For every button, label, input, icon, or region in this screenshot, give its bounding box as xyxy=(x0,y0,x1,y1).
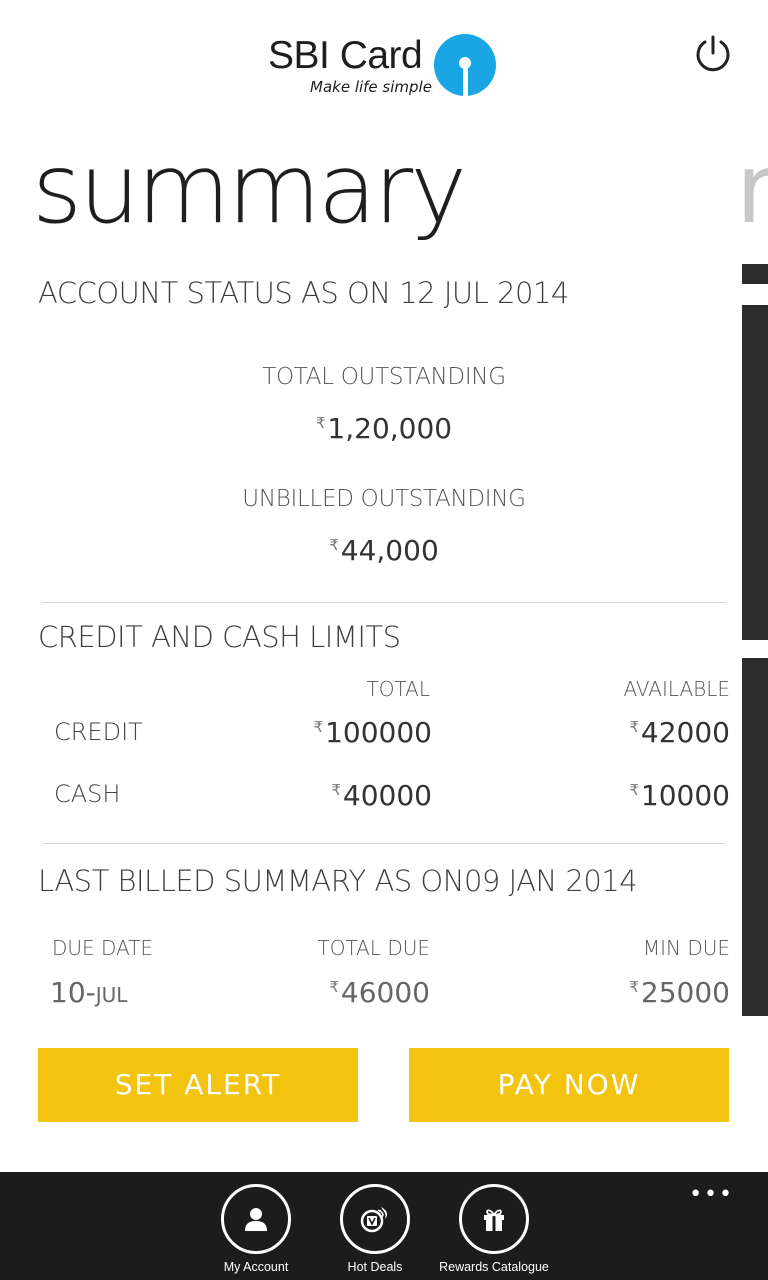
cash-row-label: CASH xyxy=(54,780,121,808)
total-outstanding-value: ₹1,20,000 xyxy=(315,412,453,445)
credit-available-value: ₹42000 xyxy=(629,716,730,749)
user-icon xyxy=(245,1208,267,1231)
col-header-due-date: DUE DATE xyxy=(52,936,154,960)
more-options-button[interactable]: ••• xyxy=(689,1182,734,1207)
power-button[interactable] xyxy=(694,34,732,72)
pay-now-button[interactable]: PAY NOW xyxy=(409,1048,729,1122)
app-bar: ••• My Account Hot Deals Rewards Catalog… xyxy=(0,1172,768,1280)
limits-heading: CREDIT AND CASH LIMITS xyxy=(38,620,401,654)
due-date-value: 10-JUL xyxy=(50,976,128,1009)
page-title: summary xyxy=(32,133,467,245)
rupee-icon: ₹ xyxy=(315,414,326,432)
sbi-card-logo: SBI Card Make life simple xyxy=(268,32,500,100)
col-header-min-due: MIN DUE xyxy=(642,936,730,960)
sbi-emblem-icon xyxy=(434,34,496,96)
next-pivot-peek-tile xyxy=(742,305,768,640)
next-pivot-peek-tile xyxy=(742,658,768,1016)
set-alert-button[interactable]: SET ALERT xyxy=(38,1048,358,1122)
cash-total-value: ₹40000 xyxy=(331,779,432,812)
col-header-available: AVAILABLE xyxy=(623,677,730,701)
unbilled-outstanding-value: ₹44,000 xyxy=(329,534,439,567)
gift-icon xyxy=(484,1209,504,1231)
brand-tagline: Make life simple xyxy=(310,78,432,96)
rupee-icon: ₹ xyxy=(329,536,339,554)
hot-deals-icon xyxy=(360,1207,388,1233)
power-icon xyxy=(696,35,730,72)
brand-name: SBI Card xyxy=(268,34,423,77)
cash-available-value: ₹10000 xyxy=(629,779,730,812)
min-due-value: ₹25000 xyxy=(629,976,730,1009)
total-outstanding-label: TOTAL OUTSTANDING xyxy=(262,364,506,390)
app-bar-label: Rewards Catalogue xyxy=(439,1260,549,1274)
next-pivot-title-peek[interactable]: r xyxy=(736,132,768,247)
app-bar-rewards-catalogue[interactable]: Rewards Catalogue xyxy=(424,1184,564,1274)
divider xyxy=(42,843,726,844)
credit-total-value: ₹100000 xyxy=(313,716,432,749)
col-header-total: TOTAL xyxy=(366,677,430,701)
next-pivot-peek-strip xyxy=(742,264,768,284)
unbilled-outstanding-label: UNBILLED OUTSTANDING xyxy=(242,486,526,512)
account-status-heading: ACCOUNT STATUS AS ON 12 JUL 2014 xyxy=(38,276,569,310)
col-header-total-due: TOTAL DUE xyxy=(317,936,430,960)
total-due-value: ₹46000 xyxy=(329,976,430,1009)
last-billed-heading: LAST BILLED SUMMARY AS ON09 JAN 2014 xyxy=(38,864,638,898)
divider xyxy=(42,602,726,603)
credit-row-label: CREDIT xyxy=(54,718,143,746)
